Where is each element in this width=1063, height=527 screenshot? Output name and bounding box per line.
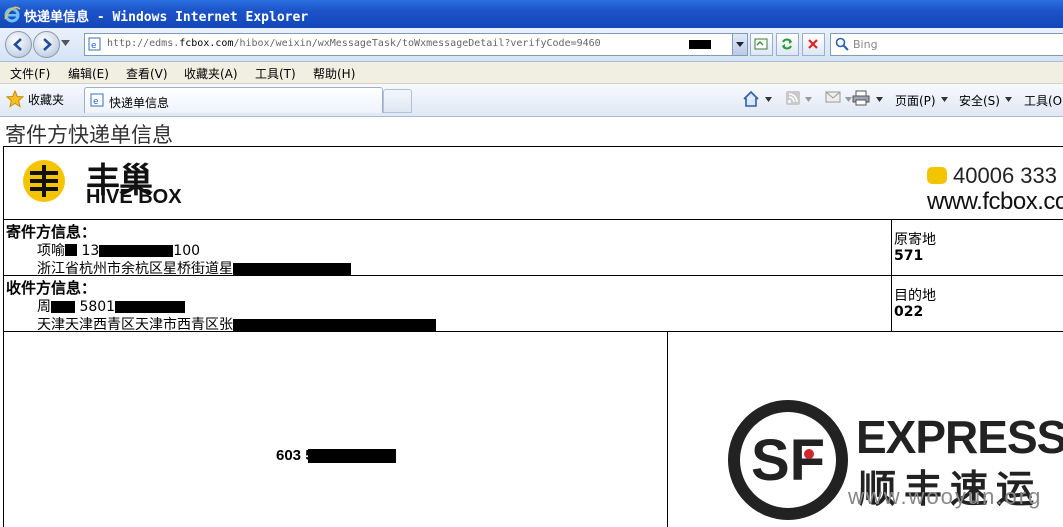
tab-label: 快递单信息 <box>109 96 170 110</box>
tools-menu[interactable]: 工具(O) <box>1024 92 1063 109</box>
chevron-down-icon[interactable] <box>1005 97 1012 102</box>
search-icon <box>835 37 849 51</box>
refresh-icon <box>782 38 792 50</box>
address-bar[interactable]: e http://edms.fcbox.com/hibox/weixin/wxM… <box>84 33 748 56</box>
chevron-down-icon[interactable] <box>765 97 772 102</box>
receiver-info: 收件方信息： 周 5801 天津天津西青区天津市西青区张 <box>3 275 892 333</box>
search-input[interactable]: Bing <box>830 33 1063 56</box>
favorites-bar: 收藏夹 e 快递单信息 页面(P) 安全(S) 工具(O) <box>0 84 1063 117</box>
menu-help[interactable]: 帮助(H) <box>313 65 355 82</box>
menu-tools[interactable]: 工具(T) <box>255 65 296 82</box>
feeds-icon[interactable] <box>785 90 801 106</box>
ie-logo-icon <box>4 6 21 23</box>
redaction-block <box>115 301 186 313</box>
menu-favorites[interactable]: 收藏夹(A) <box>184 65 238 82</box>
menu-edit[interactable]: 编辑(E) <box>68 65 109 82</box>
page-icon: e <box>88 37 101 51</box>
redaction-block <box>233 318 436 332</box>
page-content: 寄件方快递单信息 丰巢 HIVE BOX 40006 333 www.fcbox… <box>0 117 1063 527</box>
history-dropdown-icon[interactable] <box>61 40 70 46</box>
stop-icon <box>808 39 818 49</box>
forward-button[interactable] <box>33 31 60 58</box>
waybill-number: 603 5 <box>276 447 396 464</box>
origin-cell: 原寄地 571 <box>891 219 1063 276</box>
menu-file[interactable]: 文件(F) <box>10 65 50 82</box>
watermark: www.wooyun.org <box>848 484 1043 509</box>
redaction-block <box>689 40 711 49</box>
refresh-button[interactable] <box>776 33 799 56</box>
waybill-table: 丰巢 HIVE BOX 40006 333 www.fcbox.com 寄件方信… <box>3 146 1063 527</box>
chevron-down-icon <box>736 42 744 47</box>
chevron-down-icon[interactable] <box>941 97 948 102</box>
stop-button[interactable] <box>802 33 825 56</box>
receiver-contact: 周 5801 <box>37 296 186 316</box>
forward-arrow-icon <box>43 38 52 51</box>
destination-label: 目的地 <box>894 288 936 304</box>
star-icon <box>6 90 24 108</box>
redaction-block <box>233 262 351 276</box>
sender-heading: 寄件方信息： <box>6 223 97 241</box>
compat-view-icon <box>754 38 768 50</box>
redaction-block <box>51 301 75 313</box>
hotline: 40006 333 <box>927 163 1057 189</box>
home-icon[interactable] <box>742 90 760 108</box>
page-icon: e <box>90 93 104 107</box>
svg-text:e: e <box>93 97 99 107</box>
chevron-down-icon[interactable] <box>876 97 883 102</box>
sender-info: 寄件方信息： 项喻 13 100 浙江省杭州市余杭区星桥街道星 <box>3 219 892 277</box>
new-tab-button[interactable] <box>383 89 412 113</box>
compatibility-view-button[interactable] <box>750 33 773 56</box>
back-button[interactable] <box>5 31 32 58</box>
sf-logo-cell: SF EXPRESS 顺丰速运 www.wooyun.org <box>667 331 1063 527</box>
destination-code: 022 <box>894 304 924 320</box>
back-arrow-icon <box>13 38 22 51</box>
receiver-heading: 收件方信息： <box>6 279 97 297</box>
menu-bar: 文件(F) 编辑(E) 查看(V) 收藏夹(A) 工具(T) 帮助(H) <box>0 62 1063 84</box>
brand-en: HIVE BOX <box>86 186 182 208</box>
origin-label: 原寄地 <box>894 232 936 248</box>
chevron-down-icon[interactable] <box>805 97 812 102</box>
window-title: 快递单信息 - Windows Internet Explorer <box>24 10 309 25</box>
barcode-cell: 603 5 <box>3 331 668 527</box>
title-bar: 快递单信息 - Windows Internet Explorer <box>0 0 1063 28</box>
redaction-block <box>65 244 77 256</box>
sf-logo: SF <box>728 400 848 523</box>
safety-menu[interactable]: 安全(S) <box>959 92 1000 109</box>
website: www.fcbox.com <box>927 188 1063 215</box>
redaction-block <box>99 245 174 257</box>
search-placeholder: Bing <box>853 38 878 51</box>
menu-view[interactable]: 查看(V) <box>126 65 168 82</box>
phone-icon <box>927 166 947 184</box>
chevron-down-icon[interactable] <box>845 97 852 102</box>
page-menu[interactable]: 页面(P) <box>895 92 936 109</box>
print-icon[interactable] <box>852 90 870 106</box>
address-url: http://edms.fcbox.com/hibox/weixin/wxMes… <box>107 38 601 49</box>
tab-active[interactable]: e 快递单信息 <box>84 87 383 113</box>
hotline-number: 40006 333 <box>953 163 1057 188</box>
redaction-block <box>307 449 396 464</box>
destination-cell: 目的地 022 <box>891 275 1063 332</box>
sf-express-text: EXPRESS <box>856 411 1063 463</box>
sf-letters: SF <box>751 428 825 493</box>
waybill-header: 丰巢 HIVE BOX 40006 333 www.fcbox.com <box>3 146 1063 220</box>
address-dropdown-button[interactable] <box>732 34 747 55</box>
hivebox-emblem-icon <box>23 160 65 202</box>
svg-text:e: e <box>91 41 97 51</box>
favorites-label: 收藏夹 <box>28 93 65 107</box>
page-title: 寄件方快递单信息 <box>5 123 173 147</box>
sender-contact: 项喻 13 100 <box>37 243 201 259</box>
origin-code: 571 <box>894 248 924 264</box>
sf-emblem-icon: SF <box>728 400 848 520</box>
navigation-bar: e http://edms.fcbox.com/hibox/weixin/wxM… <box>0 28 1063 62</box>
mail-icon[interactable] <box>825 90 841 104</box>
